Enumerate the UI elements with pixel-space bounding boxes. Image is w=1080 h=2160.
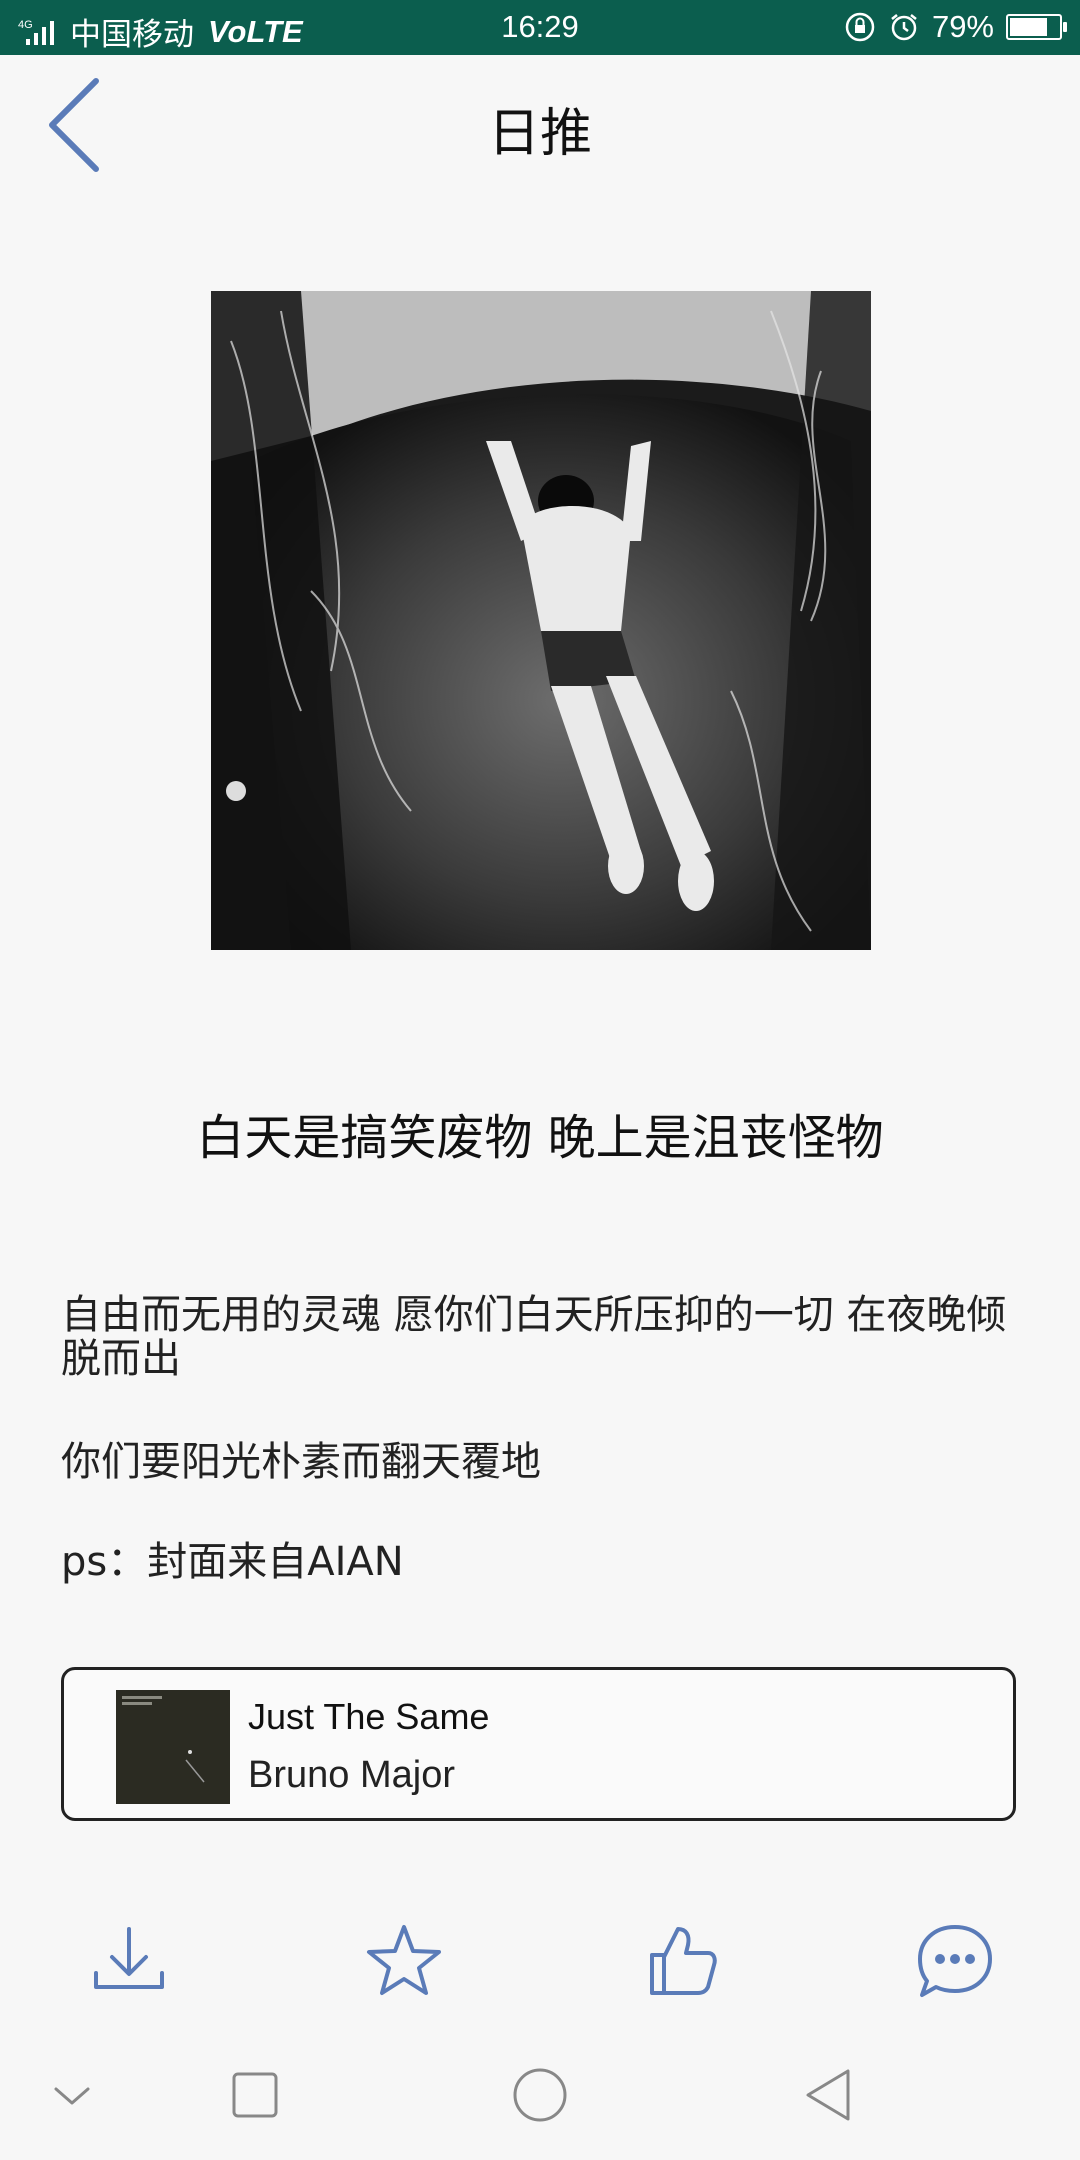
post-paragraph-3: ps：封面来自AIAN (61, 1539, 404, 1585)
recent-apps-icon[interactable] (215, 2055, 295, 2135)
status-bar: 4G 中国移动 VoLTE 16:29 79% (0, 0, 1080, 55)
battery-icon (1006, 14, 1067, 40)
music-card[interactable]: Just The Same Bruno Major (61, 1667, 1016, 1821)
post-paragraph-1: 自由而无用的灵魂 愿你们白天所压抑的一切 在夜晚倾脱而出 (61, 1292, 1007, 1382)
action-bar (0, 1915, 1080, 2005)
song-title: Just The Same (248, 1696, 490, 1737)
header: 日推 (0, 55, 1080, 190)
alarm-icon (891, 14, 917, 41)
chevron-down-icon[interactable] (32, 2055, 112, 2135)
home-icon[interactable] (500, 2055, 580, 2135)
cover-image[interactable] (211, 291, 871, 950)
page-title: 日推 (487, 104, 592, 164)
album-thumbnail (116, 1690, 230, 1804)
comment-icon[interactable] (910, 1915, 1000, 2005)
status-right: 79% (844, 9, 1067, 45)
download-icon[interactable] (84, 1915, 174, 2005)
post-paragraph-2: 你们要阳光朴素而翻天覆地 (61, 1439, 541, 1485)
battery-level-fill (1010, 18, 1048, 36)
back-triangle-icon[interactable] (790, 2055, 870, 2135)
post-headline: 白天是搞笑废物 晚上是沮丧怪物 (196, 1110, 884, 1166)
star-icon[interactable] (359, 1915, 449, 2005)
battery-percent: 79% (931, 9, 994, 44)
song-artist: Bruno Major (248, 1754, 455, 1796)
thumbs-up-icon[interactable] (636, 1915, 726, 2005)
lock-rotation-icon (845, 12, 875, 42)
system-nav-bar (0, 2025, 1080, 2160)
